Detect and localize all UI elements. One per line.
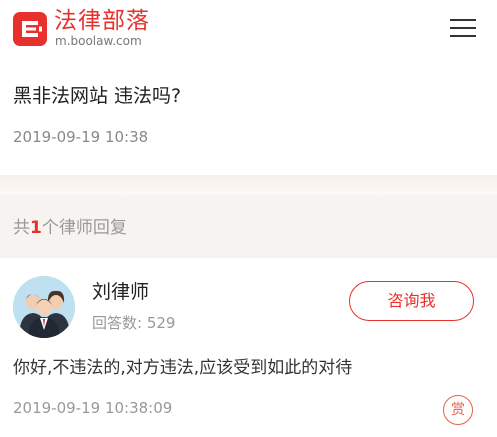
reply-summary: 共1个律师回复	[0, 195, 497, 258]
question-card: 黑非法网站 违法吗? 2019-09-19 10:38	[0, 60, 497, 175]
question-title: 黑非法网站 违法吗?	[13, 85, 182, 107]
answer-text: 你好,不违法的,对方违法,应该受到如此的对待	[13, 358, 353, 378]
answer-count-label: 回答数:	[92, 314, 143, 332]
reward-button[interactable]: 赏	[443, 395, 473, 425]
consult-button[interactable]: 咨询我	[349, 281, 474, 321]
site-name[interactable]: 法律部落	[54, 7, 150, 35]
answer-count-value: 529	[146, 314, 176, 332]
lawyer-avatar[interactable]	[13, 276, 75, 338]
reply-count-suffix: 个律师回复	[41, 218, 127, 238]
logo-icon[interactable]	[13, 12, 47, 46]
reply-count-text: 共1个律师回复	[13, 217, 127, 239]
question-date: 2019-09-19 10:38	[13, 128, 149, 146]
reply-count-number: 1	[30, 218, 42, 238]
header: 法律部落 m.boolaw.com	[0, 0, 497, 60]
menu-icon[interactable]	[450, 16, 476, 40]
lawyer-name[interactable]: 刘律师	[92, 280, 149, 304]
answer-date: 2019-09-19 10:38:09	[13, 399, 173, 417]
answer-count: 回答数: 529	[92, 313, 175, 333]
answer-card: 刘律师 回答数: 529 咨询我 你好,不违法的,对方违法,应该受到如此的对待 …	[0, 258, 497, 437]
reply-count-prefix: 共	[13, 218, 30, 238]
section-divider	[0, 175, 497, 195]
site-domain: m.boolaw.com	[55, 34, 142, 48]
